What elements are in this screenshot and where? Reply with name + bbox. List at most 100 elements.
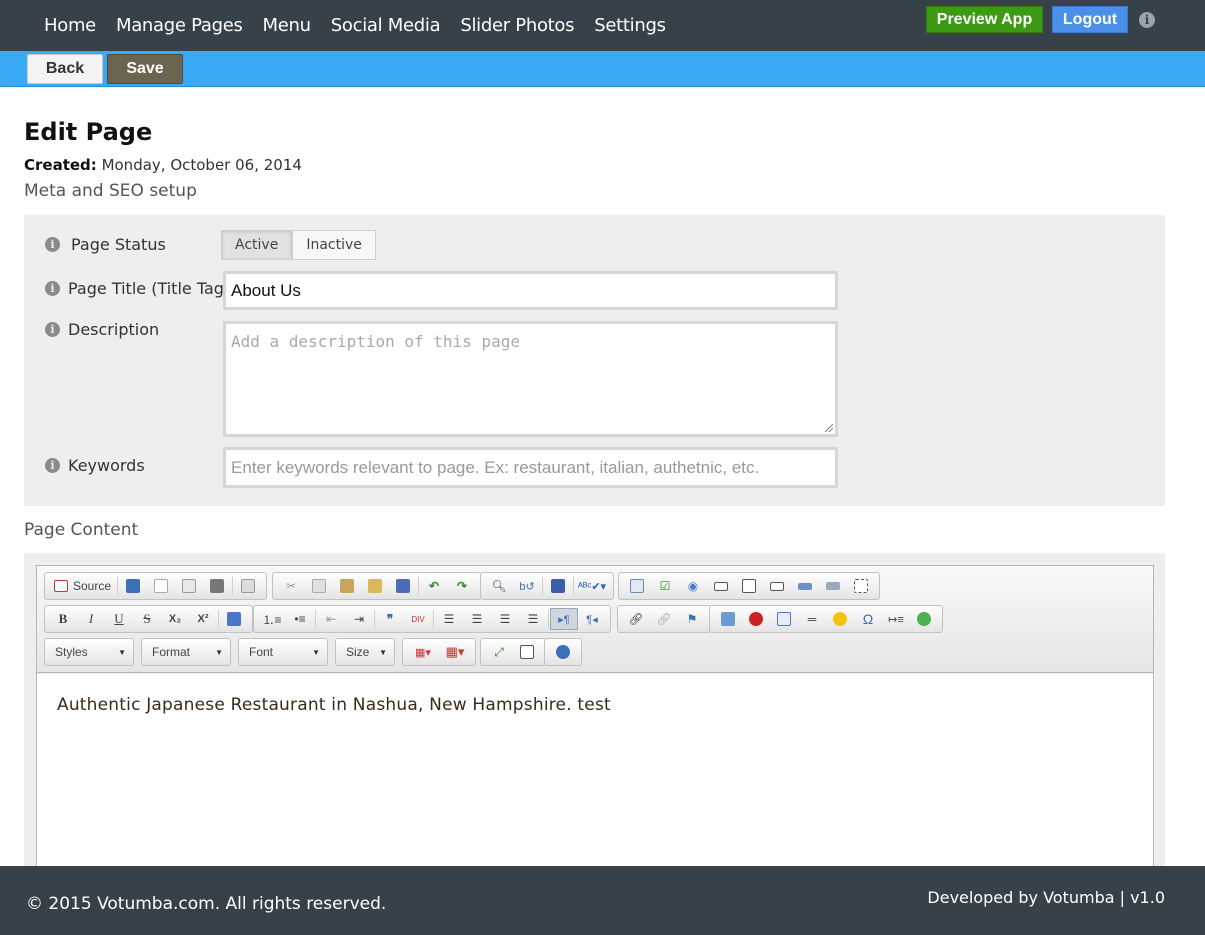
format-dropdown[interactable]: Format ▼ — [141, 638, 231, 666]
italic-button[interactable]: I — [77, 608, 105, 630]
separator — [542, 577, 543, 595]
styles-dropdown[interactable]: Styles ▼ — [44, 638, 134, 666]
info-icon[interactable]: i — [45, 281, 60, 296]
select-all-button[interactable] — [544, 575, 572, 597]
print-button[interactable] — [203, 575, 231, 597]
save-icon — [126, 579, 141, 593]
select-button[interactable] — [763, 575, 791, 597]
blockquote-button[interactable]: ❞ — [376, 608, 404, 630]
new-page-button[interactable] — [147, 575, 175, 597]
align-justify-button[interactable]: ☰ — [519, 608, 547, 630]
numbered-list-button[interactable]: ⒈≡ — [258, 608, 286, 630]
button-button[interactable] — [791, 575, 819, 597]
bulleted-list-button[interactable]: •≡ — [286, 608, 314, 630]
image-button-button[interactable] — [819, 575, 847, 597]
status-inactive-button[interactable]: Inactive — [292, 230, 376, 260]
paste-word-button[interactable] — [389, 575, 417, 597]
flash-button[interactable] — [742, 608, 770, 630]
image-button[interactable] — [714, 608, 742, 630]
info-icon[interactable]: i — [45, 458, 60, 473]
source-icon — [54, 580, 68, 592]
rtl-button[interactable]: ¶◂ — [578, 608, 606, 630]
align-left-button[interactable]: ☰ — [435, 608, 463, 630]
save-button[interactable]: Save — [107, 54, 183, 84]
font-dropdown[interactable]: Font ▼ — [238, 638, 328, 666]
info-icon[interactable]: i — [45, 237, 60, 252]
save-doc-button[interactable] — [119, 575, 147, 597]
about-button[interactable] — [549, 641, 577, 663]
source-button[interactable]: Source — [49, 575, 116, 597]
editor-container: Source ✂ ↶ ↷ 🔍︎ b↺ ᴬᴮᶜ✔▾ ☑ ◉ B I U S X₂ … — [24, 553, 1165, 875]
smiley-icon — [833, 612, 847, 626]
unlink-button[interactable]: 🔗︎ — [650, 608, 678, 630]
developed-by-text: Developed by Votumba | v1.0 — [927, 888, 1165, 907]
smiley-button[interactable] — [826, 608, 854, 630]
align-center-button[interactable]: ☰ — [463, 608, 491, 630]
undo-button[interactable]: ↶ — [420, 575, 448, 597]
nav-menu-item[interactable]: Menu — [253, 15, 321, 36]
blockquote-icon: ❞ — [386, 612, 394, 626]
link-button[interactable]: 🔗︎ — [622, 608, 650, 630]
anchor-button[interactable]: ⚑ — [678, 608, 706, 630]
page-title-input[interactable]: About Us — [223, 271, 838, 310]
nav-home[interactable]: Home — [34, 15, 106, 36]
find-button[interactable]: 🔍︎ — [485, 575, 513, 597]
toolbar-group-document: Source — [44, 572, 268, 600]
cut-button[interactable]: ✂ — [277, 575, 305, 597]
radio-button[interactable]: ◉ — [679, 575, 707, 597]
strike-button[interactable]: S — [133, 608, 161, 630]
show-blocks-button[interactable] — [513, 641, 541, 663]
text-color-button[interactable]: ▦▾ — [407, 641, 439, 663]
outdent-button[interactable]: ⇤ — [317, 608, 345, 630]
iframe-button[interactable] — [910, 608, 938, 630]
logout-button[interactable]: Logout — [1052, 6, 1128, 33]
paste-button[interactable] — [333, 575, 361, 597]
preview-icon — [182, 579, 197, 593]
status-active-button[interactable]: Active — [221, 230, 293, 260]
textarea-icon — [742, 579, 756, 593]
nav-social-media[interactable]: Social Media — [321, 15, 451, 36]
resize-handle[interactable] — [825, 424, 833, 432]
preview-button[interactable] — [175, 575, 203, 597]
maximize-button[interactable]: ⤢ — [485, 641, 513, 663]
form-button[interactable] — [623, 575, 651, 597]
back-button[interactable]: Back — [27, 54, 103, 84]
underline-button[interactable]: U — [105, 608, 133, 630]
toolbar-group-about — [544, 638, 582, 666]
table-button[interactable] — [770, 608, 798, 630]
align-right-button[interactable]: ☰ — [491, 608, 519, 630]
hidden-field-button[interactable] — [847, 575, 875, 597]
superscript-button[interactable]: X² — [189, 608, 217, 630]
templates-button[interactable] — [234, 575, 262, 597]
nav-slider-photos[interactable]: Slider Photos — [450, 15, 584, 36]
bold-button[interactable]: B — [49, 608, 77, 630]
special-char-button[interactable]: Ω — [854, 608, 882, 630]
checkbox-button[interactable]: ☑ — [651, 575, 679, 597]
indent-button[interactable]: ⇥ — [345, 608, 373, 630]
copy-button[interactable] — [305, 575, 333, 597]
info-icon[interactable]: i — [45, 322, 60, 337]
subscript-button[interactable]: X₂ — [161, 608, 189, 630]
textfield-button[interactable] — [707, 575, 735, 597]
textarea-button[interactable] — [735, 575, 763, 597]
replace-button[interactable]: b↺ — [513, 575, 541, 597]
nav-settings[interactable]: Settings — [584, 15, 675, 36]
redo-button[interactable]: ↷ — [448, 575, 476, 597]
create-div-button[interactable]: DIV — [404, 608, 432, 630]
table-grid-button[interactable]: ▦▾ — [439, 641, 471, 663]
ltr-button[interactable]: ▸¶ — [550, 608, 578, 630]
keywords-input[interactable]: Enter keywords relevant to page. Ex: res… — [223, 447, 838, 488]
underline-icon: U — [114, 611, 124, 626]
page-break-button[interactable]: ↦≡ — [882, 608, 910, 630]
size-dropdown[interactable]: Size ▼ — [335, 638, 395, 666]
description-textarea[interactable]: Add a description of this page — [223, 321, 838, 437]
paste-text-button[interactable] — [361, 575, 389, 597]
info-icon[interactable]: i — [1139, 12, 1155, 28]
text-color-icon: ▦▾ — [415, 646, 431, 659]
editor-content-area[interactable]: Authentic Japanese Restaurant in Nashua,… — [37, 674, 1153, 874]
remove-format-button[interactable] — [220, 608, 248, 630]
horizontal-rule-button[interactable]: ═ — [798, 608, 826, 630]
nav-manage-pages[interactable]: Manage Pages — [106, 15, 253, 36]
spellcheck-button[interactable]: ᴬᴮᶜ✔▾ — [575, 575, 609, 597]
preview-app-button[interactable]: Preview App — [926, 6, 1043, 33]
